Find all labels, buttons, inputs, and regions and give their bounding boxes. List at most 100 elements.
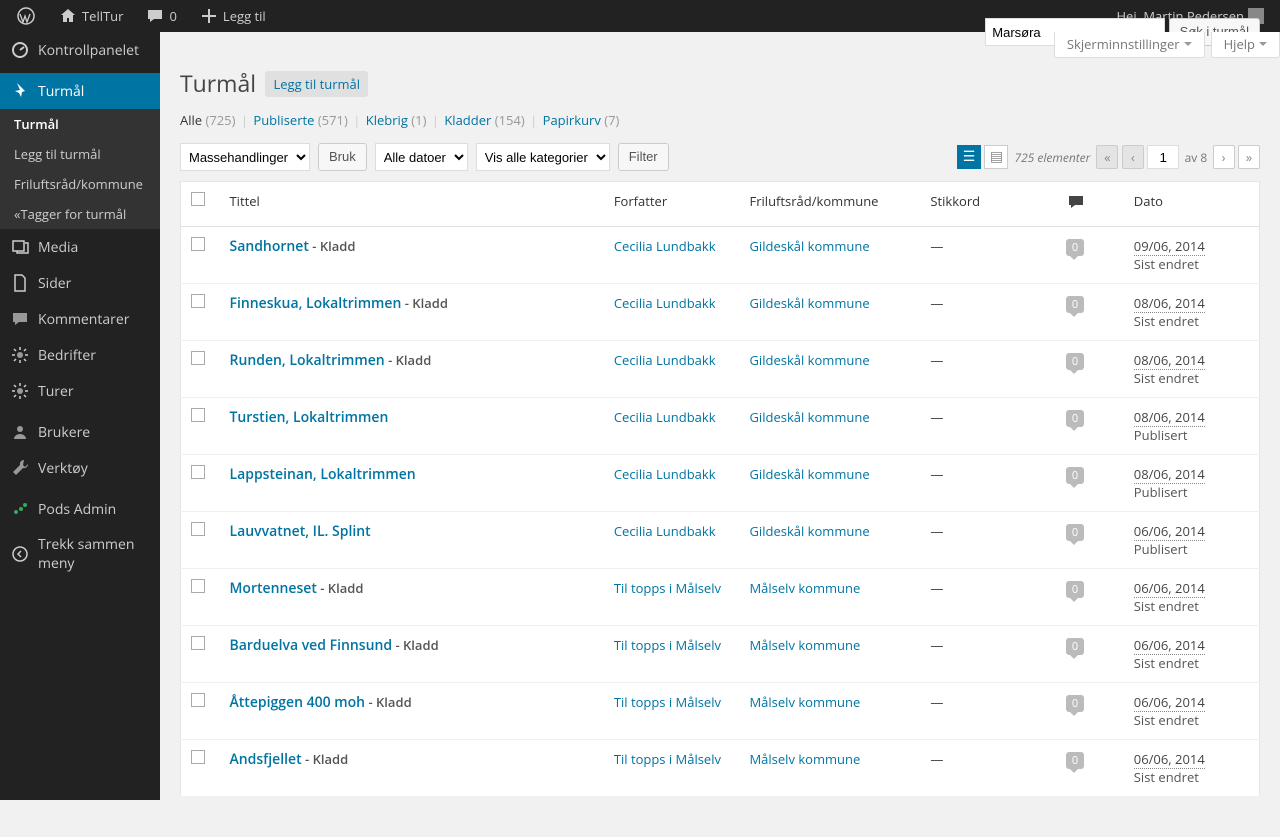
category-link[interactable]: Gildeskål kommune <box>749 351 869 369</box>
post-title-link[interactable]: Lappsteinan, Lokaltrimmen <box>230 465 416 484</box>
author-link[interactable]: Til topps i Målselv <box>614 750 721 768</box>
author-link[interactable]: Til topps i Målselv <box>614 693 721 711</box>
author-link[interactable]: Cecilia Lundbakk <box>614 237 716 255</box>
menu-pods[interactable]: Pods Admin <box>0 491 160 527</box>
view-excerpt-icon[interactable]: ▤ <box>984 145 1008 169</box>
author-link[interactable]: Cecilia Lundbakk <box>614 294 716 312</box>
menu-collapse[interactable]: Trekk sammen meny <box>0 527 160 581</box>
category-link[interactable]: Målselv kommune <box>749 579 860 597</box>
post-date: 06/06, 2014 <box>1134 750 1205 769</box>
category-link[interactable]: Målselv kommune <box>749 750 860 768</box>
comment-count-bubble[interactable]: 0 <box>1066 638 1084 655</box>
prev-page-button[interactable]: ‹ <box>1122 145 1144 169</box>
row-checkbox[interactable] <box>191 579 205 593</box>
bulk-apply-button[interactable]: Bruk <box>318 143 367 171</box>
row-checkbox[interactable] <box>191 636 205 650</box>
post-title-link[interactable]: Finneskua, Lokaltrimmen <box>230 294 402 313</box>
row-checkbox[interactable] <box>191 408 205 422</box>
menu-turer[interactable]: Turer <box>0 373 160 409</box>
author-link[interactable]: Cecilia Lundbakk <box>614 351 716 369</box>
comment-count-bubble[interactable]: 0 <box>1066 695 1084 712</box>
menu-dashboard[interactable]: Kontrollpanelet <box>0 32 160 68</box>
comment-count-bubble[interactable]: 0 <box>1066 410 1084 427</box>
select-all-checkbox[interactable] <box>191 192 205 206</box>
bulk-actions-select[interactable]: Massehandlinger <box>180 143 310 171</box>
filter-sticky[interactable]: Klebrig (1) <box>366 111 427 129</box>
date-filter-select[interactable]: Alle datoer <box>375 143 468 171</box>
submenu-turmal-add[interactable]: Legg til turmål <box>0 139 160 169</box>
submenu-turmal-fr[interactable]: Friluftsråd/kommune <box>0 169 160 199</box>
menu-turmal[interactable]: Turmål <box>0 73 160 109</box>
filter-all[interactable]: Alle (725) <box>180 111 235 129</box>
menu-label: Verktøy <box>38 459 88 478</box>
last-page-button[interactable]: » <box>1238 145 1260 169</box>
author-link[interactable]: Til topps i Målselv <box>614 579 721 597</box>
post-title-link[interactable]: Sandhornet <box>230 237 309 256</box>
filter-trash[interactable]: Papirkurv (7) <box>543 111 620 129</box>
row-checkbox[interactable] <box>191 693 205 707</box>
col-author[interactable]: Forfatter <box>604 182 740 227</box>
author-link[interactable]: Til topps i Målselv <box>614 636 721 654</box>
row-checkbox[interactable] <box>191 294 205 308</box>
page-title: Turmål <box>180 58 256 103</box>
comment-count-bubble[interactable]: 0 <box>1066 353 1084 370</box>
submenu-turmal-tags[interactable]: «Tagger for turmål <box>0 199 160 229</box>
post-title-link[interactable]: Turstien, Lokaltrimmen <box>230 408 389 427</box>
comment-count-bubble[interactable]: 0 <box>1066 581 1084 598</box>
comment-count-bubble[interactable]: 0 <box>1066 752 1084 769</box>
filter-published[interactable]: Publiserte (571) <box>253 111 347 129</box>
post-title-link[interactable]: Åttepiggen 400 moh <box>230 693 366 712</box>
menu-media[interactable]: Media <box>0 229 160 265</box>
row-checkbox[interactable] <box>191 750 205 764</box>
add-new-button[interactable]: Legg til turmål <box>265 71 368 97</box>
category-link[interactable]: Gildeskål kommune <box>749 294 869 312</box>
author-link[interactable]: Cecilia Lundbakk <box>614 465 716 483</box>
add-new-link[interactable]: Legg til <box>191 0 274 32</box>
post-title-link[interactable]: Mortenneset <box>230 579 317 598</box>
filter-button[interactable]: Filter <box>618 143 669 171</box>
category-link[interactable]: Gildeskål kommune <box>749 237 869 255</box>
page-of-label: av 8 <box>1183 149 1210 166</box>
current-page-input[interactable] <box>1147 145 1179 169</box>
row-checkbox[interactable] <box>191 465 205 479</box>
submenu-turmal-all[interactable]: Turmål <box>0 109 160 139</box>
comment-count-bubble[interactable]: 0 <box>1066 296 1084 313</box>
category-link[interactable]: Gildeskål kommune <box>749 465 869 483</box>
row-checkbox[interactable] <box>191 522 205 536</box>
menu-comments[interactable]: Kommentarer <box>0 301 160 337</box>
category-link[interactable]: Målselv kommune <box>749 636 860 654</box>
category-link[interactable]: Gildeskål kommune <box>749 408 869 426</box>
site-link[interactable]: TellTur <box>50 0 131 32</box>
view-list-icon[interactable]: ☰ <box>957 145 981 169</box>
comment-count-bubble[interactable]: 0 <box>1066 467 1084 484</box>
next-page-button[interactable]: › <box>1213 145 1235 169</box>
col-title[interactable]: Tittel <box>220 182 604 227</box>
chevron-down-icon <box>1184 42 1192 50</box>
category-link[interactable]: Målselv kommune <box>749 693 860 711</box>
row-checkbox[interactable] <box>191 237 205 251</box>
menu-pages[interactable]: Sider <box>0 265 160 301</box>
filter-drafts[interactable]: Kladder (154) <box>444 111 524 129</box>
comments-link[interactable]: 0 <box>137 0 184 32</box>
category-filter-select[interactable]: Vis alle kategorier <box>476 143 610 171</box>
help-tab[interactable]: Hjelp <box>1211 32 1280 58</box>
post-title-link[interactable]: Barduelva ved Finnsund <box>230 636 393 655</box>
post-title-link[interactable]: Runden, Lokaltrimmen <box>230 351 385 370</box>
post-title-link[interactable]: Andsfjellet <box>230 750 302 769</box>
menu-users[interactable]: Brukere <box>0 414 160 450</box>
col-comments[interactable] <box>1056 182 1124 227</box>
menu-bedrifter[interactable]: Bedrifter <box>0 337 160 373</box>
author-link[interactable]: Cecilia Lundbakk <box>614 408 716 426</box>
post-state: - Kladd <box>309 237 356 255</box>
col-date[interactable]: Dato <box>1124 182 1260 227</box>
screen-options-tab[interactable]: Skjerminnstillinger <box>1054 32 1205 58</box>
comment-count-bubble[interactable]: 0 <box>1066 239 1084 256</box>
category-link[interactable]: Gildeskål kommune <box>749 522 869 540</box>
wp-logo[interactable] <box>8 0 44 32</box>
post-title-link[interactable]: Lauvvatnet, IL. Splint <box>230 522 371 541</box>
comment-count-bubble[interactable]: 0 <box>1066 524 1084 541</box>
first-page-button[interactable]: « <box>1096 145 1118 169</box>
row-checkbox[interactable] <box>191 351 205 365</box>
author-link[interactable]: Cecilia Lundbakk <box>614 522 716 540</box>
menu-tools[interactable]: Verktøy <box>0 450 160 486</box>
